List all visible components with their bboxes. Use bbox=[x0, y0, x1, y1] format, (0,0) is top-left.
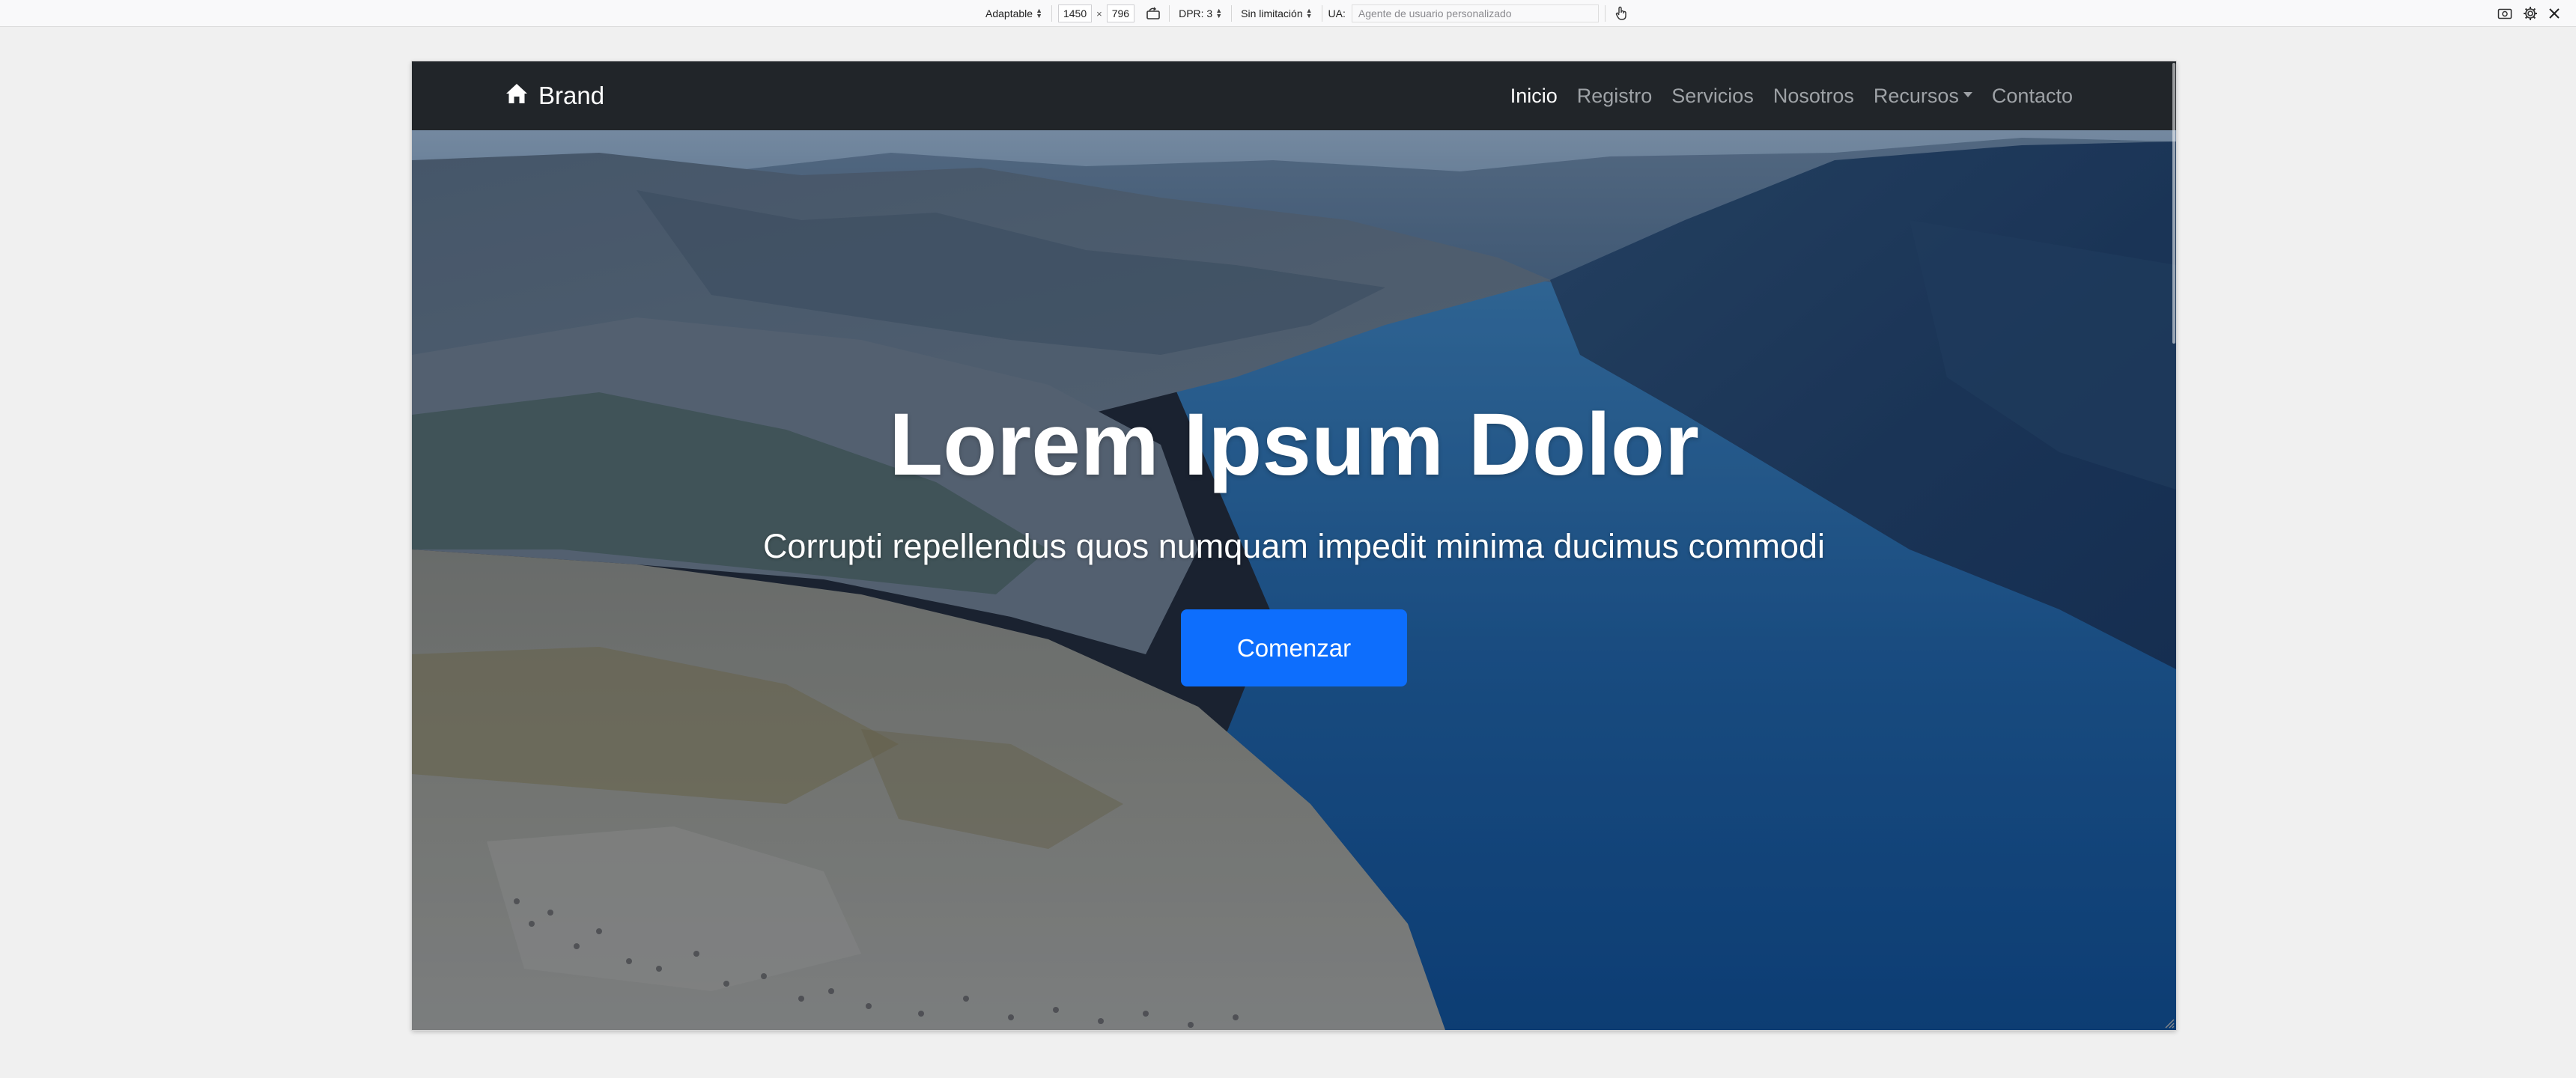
nav-link-inicio[interactable]: Inicio bbox=[1510, 85, 1558, 108]
settings-icon[interactable] bbox=[2521, 4, 2540, 23]
hero-subtitle: Corrupti repellendus quos numquam impedi… bbox=[762, 527, 1826, 565]
toolbar-right-icons bbox=[2495, 0, 2564, 27]
ua-label: UA: bbox=[1328, 7, 1346, 19]
hero-section: Lorem Ipsum Dolor Corrupti repellendus q… bbox=[412, 130, 2176, 1030]
caret-down-icon bbox=[1963, 91, 1972, 97]
updown-arrows-icon: ▲ ▼ bbox=[1036, 7, 1042, 19]
separator bbox=[1604, 5, 1606, 22]
nav-dropdown-label: Recursos bbox=[1873, 84, 1959, 107]
scrollbar-thumb[interactable] bbox=[2172, 63, 2175, 344]
navbar: Brand Inicio Registro Servicios Nosotros… bbox=[412, 61, 2176, 130]
viewport-scrollbar[interactable] bbox=[2172, 61, 2176, 1030]
screenshot-icon[interactable] bbox=[2495, 4, 2515, 23]
device-viewport: Brand Inicio Registro Servicios Nosotros… bbox=[412, 61, 2176, 1030]
brand-label: Brand bbox=[538, 82, 605, 109]
touch-icon[interactable] bbox=[1611, 4, 1631, 23]
hero-title: Lorem Ipsum Dolor bbox=[889, 395, 1699, 494]
dpr-label: DPR: 3 bbox=[1179, 7, 1213, 19]
separator bbox=[1231, 5, 1233, 22]
get-started-button[interactable]: Comenzar bbox=[1181, 609, 1407, 686]
dimension-times: × bbox=[1096, 7, 1102, 19]
updown-arrows-icon: ▲ ▼ bbox=[1305, 7, 1313, 19]
responsive-design-toolbar: Adaptable ▲ ▼ 1450 × 796 DPR: 3 ▲ ▼ Sin li… bbox=[0, 0, 2576, 27]
throttling-label: Sin limitación bbox=[1241, 7, 1303, 19]
device-selector-label: Adaptable bbox=[985, 7, 1033, 19]
throttling-selector[interactable]: Sin limitación ▲ ▼ bbox=[1238, 4, 1315, 23]
viewport-width-input[interactable]: 1450 bbox=[1057, 4, 1093, 22]
close-icon[interactable] bbox=[2545, 4, 2564, 23]
dpr-selector[interactable]: DPR: 3 ▲ ▼ bbox=[1176, 4, 1225, 23]
nav-link-servicios[interactable]: Servicios bbox=[1671, 85, 1754, 108]
nav-link-nosotros[interactable]: Nosotros bbox=[1773, 85, 1854, 108]
home-icon bbox=[505, 82, 528, 110]
viewport-height-input[interactable]: 796 bbox=[1106, 4, 1135, 22]
nav-links: Inicio Registro Servicios Nosotros Recur… bbox=[1510, 61, 2073, 130]
nav-link-registro[interactable]: Registro bbox=[1577, 85, 1653, 108]
resize-handle-icon[interactable] bbox=[2163, 1017, 2175, 1029]
nav-link-contacto[interactable]: Contacto bbox=[1992, 85, 2073, 108]
toolbar-controls: Adaptable ▲ ▼ 1450 × 796 DPR: 3 ▲ ▼ Sin li… bbox=[982, 0, 1631, 27]
separator bbox=[1051, 5, 1052, 22]
device-selector[interactable]: Adaptable ▲ ▼ bbox=[982, 4, 1045, 23]
updown-arrows-icon: ▲ ▼ bbox=[1215, 7, 1223, 19]
separator bbox=[1169, 5, 1170, 22]
nav-dropdown-recursos[interactable]: Recursos bbox=[1874, 85, 1972, 108]
user-agent-input[interactable]: Agente de usuario personalizado bbox=[1351, 4, 1599, 22]
hero-overlay bbox=[412, 130, 2176, 1030]
navbar-brand[interactable]: Brand bbox=[505, 61, 604, 130]
rotate-icon[interactable] bbox=[1143, 4, 1163, 23]
